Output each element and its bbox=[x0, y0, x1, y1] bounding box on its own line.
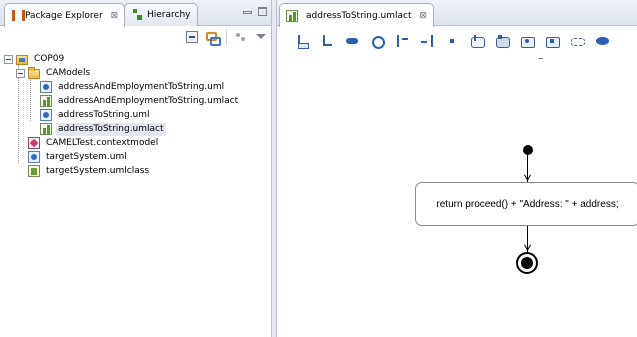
structured-node-icon[interactable] bbox=[571, 35, 585, 47]
accept-event-icon[interactable] bbox=[496, 35, 510, 48]
activity-final-node[interactable] bbox=[516, 252, 538, 274]
collapse-all-icon[interactable] bbox=[186, 31, 198, 43]
tree-item-file[interactable]: targetSystem.uml bbox=[4, 150, 271, 164]
action-node-icon[interactable] bbox=[346, 35, 359, 47]
tree-item-file[interactable]: addressToString.uml bbox=[4, 108, 271, 122]
package-explorer-toolbar bbox=[186, 27, 267, 47]
close-icon[interactable]: ⊠ bbox=[111, 11, 119, 21]
call-operation-icon[interactable] bbox=[546, 35, 560, 48]
input-pin-icon[interactable] bbox=[296, 35, 309, 49]
uml-file-icon bbox=[40, 81, 52, 93]
tree-item-file-selected[interactable]: addressToString.umlact bbox=[4, 122, 271, 136]
editor-tabbar: addressToString.umlact ⊠ bbox=[277, 0, 637, 27]
tree-item-label: addressAndEmploymentToString.umlact bbox=[58, 95, 239, 106]
toolbar-separator bbox=[226, 30, 227, 44]
context-model-file-icon bbox=[28, 137, 40, 149]
tab-editor-file[interactable]: addressToString.umlact ⊠ bbox=[279, 3, 435, 27]
final-node-icon[interactable] bbox=[371, 35, 385, 49]
tree-item-cop09[interactable]: COP09 bbox=[4, 52, 271, 66]
activity-diagram-file-icon bbox=[40, 123, 52, 135]
hierarchy-icon bbox=[131, 9, 143, 21]
tree-item-label: addressAndEmploymentToString.uml bbox=[58, 81, 225, 92]
tree-item-camodels[interactable]: CAModels bbox=[4, 66, 271, 80]
class-diagram-file-icon bbox=[28, 165, 40, 177]
diagram-editor-pane: addressToString.umlact ⊠ return proceed(… bbox=[276, 0, 637, 337]
tab-hierarchy-label: Hierarchy bbox=[147, 10, 191, 20]
tree-item-label: targetSystem.umlclass bbox=[46, 165, 150, 176]
java-project-icon bbox=[16, 54, 28, 65]
folder-icon bbox=[28, 66, 40, 79]
close-icon[interactable]: ⊠ bbox=[420, 11, 428, 21]
diagram-stub bbox=[539, 56, 543, 59]
project-tree: COP09 CAModels addressAndEmploymentToStr… bbox=[4, 52, 271, 178]
link-with-editor-icon[interactable] bbox=[206, 31, 221, 46]
filter-icon[interactable] bbox=[235, 31, 247, 43]
send-signal-icon[interactable] bbox=[471, 35, 485, 48]
tab-package-explorer-label: Package Explorer bbox=[25, 10, 103, 21]
minimize-icon[interactable] bbox=[243, 11, 252, 14]
tab-editor-file-label: addressToString.umlact bbox=[306, 10, 412, 21]
diagram-palette-toolbar bbox=[277, 27, 637, 55]
tree-item-label: addressToString.uml bbox=[58, 109, 150, 120]
activity-diagram-file-icon bbox=[40, 95, 52, 107]
tree-item-label: CAModels bbox=[46, 67, 91, 78]
uml-file-icon bbox=[40, 109, 52, 121]
tree-item-label: CAMELTest.contextmodel bbox=[46, 137, 159, 148]
call-behavior-icon[interactable] bbox=[521, 35, 535, 48]
fork-node-icon[interactable] bbox=[396, 35, 409, 47]
diagram-canvas[interactable]: return proceed() + "Address: " + address… bbox=[277, 56, 637, 337]
tree-item-file[interactable]: addressAndEmploymentToString.umlact bbox=[4, 94, 271, 108]
tree-item-label: addressToString.umlact bbox=[56, 122, 166, 136]
view-menu-icon[interactable] bbox=[255, 31, 267, 43]
tree-item-file[interactable]: addressAndEmploymentToString.uml bbox=[4, 80, 271, 94]
package-explorer-pane: Package Explorer ⊠ Hierarchy COP09 CAMod… bbox=[0, 0, 272, 337]
object-node-icon[interactable] bbox=[446, 35, 459, 47]
join-node-icon[interactable] bbox=[421, 35, 434, 47]
package-explorer-icon bbox=[11, 10, 25, 21]
uml-file-icon bbox=[28, 151, 40, 163]
collapse-toggle-icon[interactable] bbox=[4, 54, 13, 64]
maximize-icon[interactable] bbox=[258, 7, 267, 16]
arrowhead-icon bbox=[523, 245, 531, 251]
action-node[interactable]: return proceed() + "Address: " + address… bbox=[415, 182, 637, 226]
tab-hierarchy[interactable]: Hierarchy bbox=[124, 3, 198, 26]
action-node-text: return proceed() + "Address: " + address… bbox=[436, 198, 619, 210]
tab-package-explorer[interactable]: Package Explorer ⊠ bbox=[4, 3, 126, 27]
tree-item-file[interactable]: CAMELTest.contextmodel bbox=[4, 136, 271, 150]
tree-item-file[interactable]: targetSystem.umlclass bbox=[4, 164, 271, 178]
left-window-buttons bbox=[243, 7, 267, 16]
tree-item-label: COP09 bbox=[34, 53, 65, 64]
tree-item-label: targetSystem.uml bbox=[46, 151, 127, 162]
initial-node[interactable] bbox=[523, 145, 533, 155]
output-pin-icon[interactable] bbox=[321, 35, 334, 47]
arrowhead-icon bbox=[523, 175, 531, 181]
activity-diagram-file-icon bbox=[286, 9, 298, 22]
left-tabbar: Package Explorer ⊠ Hierarchy bbox=[0, 0, 271, 27]
collapse-toggle-icon[interactable] bbox=[16, 68, 25, 78]
decision-node-icon[interactable] bbox=[596, 35, 609, 47]
